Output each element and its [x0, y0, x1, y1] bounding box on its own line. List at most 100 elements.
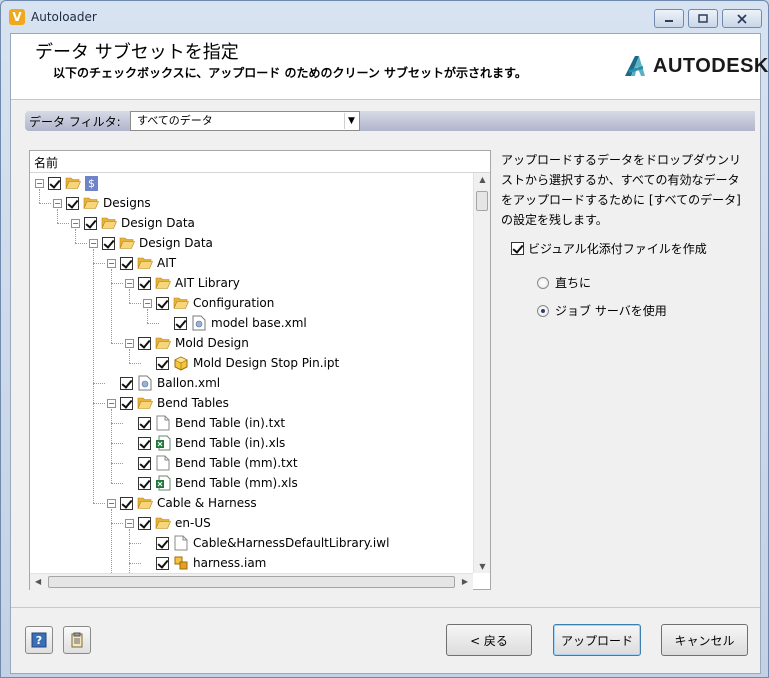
horizontal-scroll-thumb[interactable]: [48, 576, 455, 588]
scroll-up-icon[interactable]: ▲: [474, 175, 491, 184]
data-tree: − $ − Designs − Design Data − Design Data − AIT − A…: [30, 173, 473, 573]
tree-item-checkbox[interactable]: [156, 296, 169, 310]
tree-collapse-icon[interactable]: −: [35, 178, 44, 188]
tree-item-label: AIT Library: [175, 276, 240, 290]
tree-collapse-icon[interactable]: −: [89, 238, 98, 248]
tree-row[interactable]: − Bend Tables: [107, 393, 229, 413]
tree-collapse-icon[interactable]: −: [143, 298, 152, 308]
tree-row[interactable]: Mold Design Stop Pin.ipt: [143, 353, 339, 373]
tree-item-checkbox[interactable]: [156, 556, 169, 570]
tree-collapse-icon[interactable]: −: [125, 338, 134, 348]
vertical-scroll-thumb[interactable]: [476, 191, 488, 211]
scroll-left-icon[interactable]: ◀: [35, 577, 41, 586]
tree-row[interactable]: − $: [35, 173, 98, 193]
tree-collapse-icon[interactable]: −: [53, 198, 62, 208]
dropdown-arrow-icon[interactable]: ▼: [344, 113, 358, 129]
tree-item-checkbox[interactable]: [102, 236, 115, 250]
tree-collapse-icon[interactable]: −: [125, 278, 134, 288]
tree-item-checkbox[interactable]: [156, 356, 169, 370]
tree-row[interactable]: − Configuration: [143, 293, 274, 313]
tree-collapse-icon[interactable]: −: [107, 258, 116, 268]
clipboard-button[interactable]: [63, 626, 91, 654]
maximize-button[interactable]: [688, 9, 718, 28]
folder-open-icon: [137, 395, 153, 411]
tree-row[interactable]: − Mold Design: [125, 333, 249, 353]
tree-row[interactable]: Cable&HarnessDefaultLibrary.iwl: [143, 533, 389, 553]
description-text: アップロードするデータをドロップダウンリストから選択するか、すべての有効なデータ…: [501, 153, 742, 227]
tree-item-checkbox[interactable]: [84, 216, 97, 230]
tree-guide-line: [129, 303, 141, 304]
visual-attachment-label: ビジュアル化添付ファイルを作成: [528, 242, 707, 256]
tree-item-label: Mold Design Stop Pin.ipt: [193, 356, 340, 370]
job-server-radio[interactable]: [537, 304, 549, 317]
horizontal-scrollbar[interactable]: ◀ ▶: [30, 573, 473, 590]
back-button[interactable]: < 戻る: [446, 624, 532, 656]
data-tree-panel: 名前 − $ − Designs − Design Data − Design Data − AI…: [29, 150, 491, 590]
vertical-scrollbar[interactable]: ▲ ▼: [473, 173, 490, 573]
job-server-option[interactable]: ジョブ サーバを使用: [537, 302, 667, 319]
tree-item-checkbox[interactable]: [138, 416, 151, 430]
tree-item-checkbox[interactable]: [120, 256, 133, 270]
tree-guide-line: [111, 509, 112, 573]
tree-row[interactable]: − Design Data: [89, 233, 213, 253]
tree-row[interactable]: − AIT: [107, 253, 176, 273]
tree-row[interactable]: − Design Data: [71, 213, 195, 233]
tree-item-checkbox[interactable]: [138, 516, 151, 530]
tree-collapse-icon[interactable]: −: [71, 218, 80, 228]
folder-open-icon: [155, 335, 171, 351]
data-filter-value: すべてのデータ: [137, 114, 213, 127]
tree-guide-line: [129, 363, 141, 364]
tree-row[interactable]: − Designs: [53, 193, 151, 213]
help-button[interactable]: ?: [25, 626, 53, 654]
tree-row[interactable]: − AIT Library: [125, 273, 240, 293]
tree-item-checkbox[interactable]: [120, 396, 133, 410]
tree-row[interactable]: Bend Table (in).txt: [125, 413, 285, 433]
tree-row[interactable]: Bend Table (mm).txt: [125, 453, 298, 473]
tree-item-checkbox[interactable]: [120, 496, 133, 510]
visual-attachment-option[interactable]: ビジュアル化添付ファイルを作成: [511, 240, 707, 257]
tree-item-checkbox[interactable]: [48, 176, 61, 190]
tree-item-label: Bend Table (mm).txt: [175, 456, 298, 470]
tree-item-label: Cable & Harness: [157, 496, 257, 510]
title-bar[interactable]: V Autoloader: [1, 1, 768, 33]
upload-button[interactable]: アップロード: [553, 624, 641, 656]
tree-row[interactable]: Bend Table (in).xls: [125, 433, 285, 453]
tree-item-label: Design Data: [139, 236, 213, 250]
cancel-button[interactable]: キャンセル: [661, 624, 748, 656]
tree-row[interactable]: harness.iam: [143, 553, 266, 573]
tree-row[interactable]: model base.xml: [161, 313, 307, 333]
tree-item-checkbox[interactable]: [174, 316, 187, 330]
tree-item-label: AIT: [157, 256, 177, 270]
visual-attachment-checkbox[interactable]: [511, 242, 524, 255]
xml-file-icon: [191, 315, 207, 331]
folder-open-icon: [101, 215, 117, 231]
tree-item-checkbox[interactable]: [138, 436, 151, 450]
tree-row[interactable]: − Cable & Harness: [107, 493, 257, 513]
tree-collapse-icon[interactable]: −: [107, 398, 116, 408]
tree-item-checkbox[interactable]: [66, 196, 79, 210]
tree-item-checkbox[interactable]: [138, 456, 151, 470]
tree-item-label: Bend Table (mm).xls: [175, 476, 298, 490]
tree-item-checkbox[interactable]: [138, 336, 151, 350]
tree-collapse-icon[interactable]: −: [107, 498, 116, 508]
tree-column-header[interactable]: 名前: [30, 151, 490, 173]
text-file-icon: [173, 535, 189, 551]
close-button[interactable]: [722, 9, 762, 28]
tree-item-checkbox[interactable]: [120, 376, 133, 390]
tree-row[interactable]: − en-US: [125, 513, 211, 533]
tree-item-checkbox[interactable]: [138, 276, 151, 290]
immediate-option[interactable]: 直ちに: [537, 274, 591, 291]
tree-guide-line: [93, 383, 105, 384]
tree-item-checkbox[interactable]: [138, 476, 151, 490]
tree-item-label: harness.iam: [193, 556, 267, 570]
immediate-radio[interactable]: [537, 276, 549, 289]
minimize-button[interactable]: [654, 9, 684, 28]
tree-collapse-icon[interactable]: −: [125, 518, 134, 528]
tree-row[interactable]: Ballon.xml: [107, 373, 220, 393]
scroll-down-icon[interactable]: ▼: [474, 562, 491, 571]
tree-row[interactable]: Bend Table (mm).xls: [125, 473, 298, 493]
text-file-icon: [155, 455, 171, 471]
data-filter-dropdown[interactable]: すべてのデータ ▼: [130, 111, 360, 131]
scroll-right-icon[interactable]: ▶: [462, 577, 468, 586]
tree-item-checkbox[interactable]: [156, 536, 169, 550]
